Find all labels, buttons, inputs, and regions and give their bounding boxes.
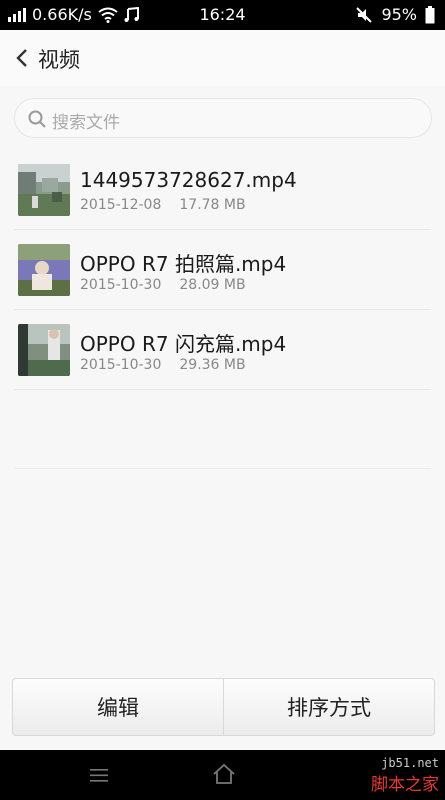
page-title: 视频: [38, 48, 80, 72]
file-date: 2015-10-30: [80, 357, 162, 373]
list-item[interactable]: OPPO R7 拍照篇.mp4 2015-10-30 28.09 MB: [0, 230, 445, 310]
video-thumbnail: [18, 244, 70, 296]
divider: [14, 389, 431, 390]
file-date: 2015-10-30: [80, 277, 162, 293]
video-thumbnail: [18, 164, 70, 216]
file-size: 28.09 MB: [179, 277, 246, 293]
divider: [14, 468, 431, 469]
search-placeholder: 搜索文件: [52, 113, 120, 133]
search-icon: [28, 110, 46, 128]
edit-button[interactable]: 编辑: [13, 679, 223, 735]
file-size: 17.78 MB: [179, 197, 246, 213]
file-list: 1449573728627.mp4 2015-12-08 17.78 MB OPP…: [0, 150, 445, 390]
back-arrow-icon[interactable]: [10, 46, 34, 70]
status-right: 95%: [355, 5, 435, 24]
home-icon[interactable]: [212, 763, 236, 785]
bottom-action-bar: 编辑 排序方式: [12, 678, 435, 736]
header: 视频: [0, 30, 445, 86]
file-date: 2015-12-08: [80, 197, 162, 213]
watermark: jb51.net 脚本之家: [371, 756, 439, 795]
file-name: OPPO R7 拍照篇.mp4: [80, 252, 287, 276]
battery-icon: [425, 5, 435, 23]
menu-icon[interactable]: [88, 765, 110, 785]
search-input[interactable]: 搜索文件: [14, 98, 432, 138]
battery-percent: 95%: [381, 5, 417, 24]
file-meta: 2015-12-08 17.78 MB: [80, 197, 246, 213]
video-thumbnail: [18, 324, 70, 376]
mute-icon: [356, 6, 373, 23]
status-bar: 0.66K/s 16:24 95%: [0, 0, 445, 30]
file-size: 29.36 MB: [179, 357, 246, 373]
watermark-text: 脚本之家: [371, 775, 439, 795]
file-name: OPPO R7 闪充篇.mp4: [80, 332, 287, 356]
watermark-url: jb51.net: [381, 756, 439, 770]
sort-button[interactable]: 排序方式: [224, 679, 434, 735]
file-meta: 2015-10-30 29.36 MB: [80, 357, 246, 373]
file-name: 1449573728627.mp4: [80, 168, 297, 192]
file-meta: 2015-10-30 28.09 MB: [80, 277, 246, 293]
nav-bar: jb51.net 脚本之家: [0, 750, 445, 800]
list-item[interactable]: OPPO R7 闪充篇.mp4 2015-10-30 29.36 MB: [0, 310, 445, 390]
list-item[interactable]: 1449573728627.mp4 2015-12-08 17.78 MB: [0, 150, 445, 230]
